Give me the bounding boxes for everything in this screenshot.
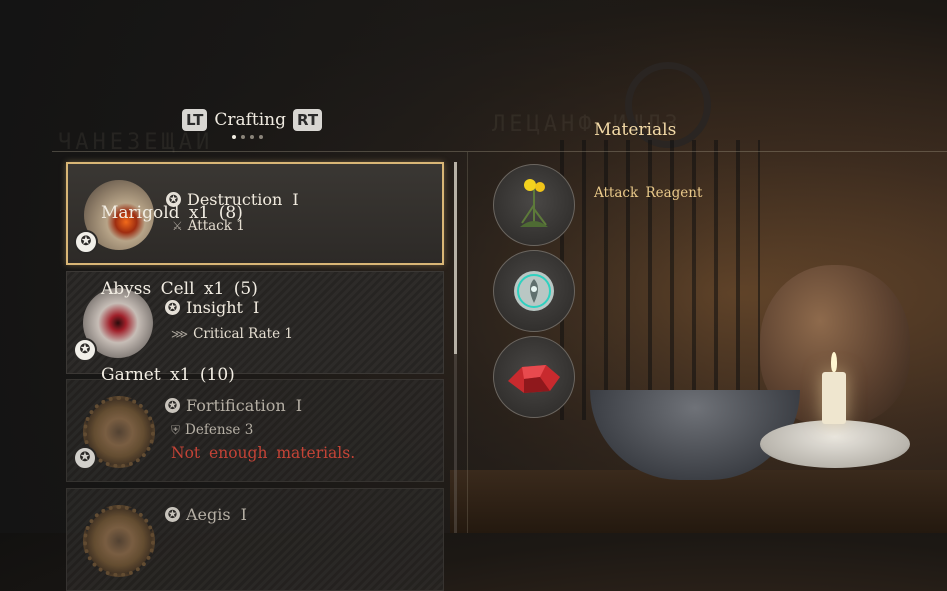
marigold-flower-icon xyxy=(493,164,575,246)
craft-badge-icon: ✪ xyxy=(73,338,97,362)
page-indicator xyxy=(232,135,263,139)
material-category: Attack Reagent xyxy=(594,185,703,201)
craft-badge-icon: ✪ xyxy=(73,446,97,470)
not-enough-materials-warning: Not enough materials. xyxy=(171,444,356,462)
aegis-gear-icon xyxy=(83,505,155,577)
recipe-title-row: ✪ Aegis I xyxy=(165,505,247,524)
header-divider xyxy=(52,151,947,152)
page-dot xyxy=(250,135,254,139)
rt-button[interactable]: RT xyxy=(292,109,323,131)
background-flame xyxy=(831,352,837,372)
background-cage xyxy=(560,140,760,420)
recipe-card-aegis[interactable]: ✪ Aegis I xyxy=(66,488,444,591)
material-name: Abyss Cell x1 (5) xyxy=(101,279,258,299)
material-item-abyss-cell xyxy=(493,250,575,332)
enhancement-icon: ✪ xyxy=(165,507,180,522)
background-candle xyxy=(822,372,846,424)
craft-badge-icon: ✪ xyxy=(74,230,98,254)
background-candle-holder xyxy=(760,420,910,468)
material-name: Marigold x1 (8) xyxy=(101,203,243,223)
recipe-title-row: ✪ Fortification I xyxy=(165,396,302,415)
tab-title: Crafting xyxy=(214,110,286,130)
recipe-card-fortification[interactable]: ✪ ✪ Fortification I ⛨ Defense 3 Not enou… xyxy=(66,379,444,482)
page-dot xyxy=(241,135,245,139)
page-dot-active xyxy=(232,135,236,139)
crafting-tab-header: LT Crafting RT xyxy=(182,109,323,131)
recipe-title-row: ✪ Insight I xyxy=(165,298,259,317)
material-item-garnet xyxy=(493,336,575,418)
page-dot xyxy=(259,135,263,139)
recipe-name: Fortification I xyxy=(186,396,303,415)
recipe-name: Insight I xyxy=(186,298,260,317)
panel-divider xyxy=(467,152,468,533)
garnet-gem-icon xyxy=(493,336,575,418)
recipe-stat-row: ⋙ Critical Rate 1 xyxy=(171,326,293,342)
recipe-scrollbar[interactable] xyxy=(454,162,457,533)
materials-heading: Materials xyxy=(594,120,677,140)
scrollbar-thumb[interactable] xyxy=(454,162,457,354)
enhancement-icon: ✪ xyxy=(165,398,180,413)
lt-button[interactable]: LT xyxy=(182,109,208,131)
material-name: Garnet x1 (10) xyxy=(101,365,235,385)
shield-icon: ⛨ xyxy=(171,422,181,437)
claw-icon: ⋙ xyxy=(171,327,189,341)
recipe-stat-row: ⛨ Defense 3 xyxy=(171,422,253,438)
recipe-stat: Critical Rate 1 xyxy=(193,326,293,342)
material-item-marigold xyxy=(493,164,575,246)
enhancement-icon: ✪ xyxy=(165,300,180,315)
recipe-name: Aegis I xyxy=(186,505,247,524)
recipe-stat: Defense 3 xyxy=(185,422,254,438)
abyss-cell-icon xyxy=(493,250,575,332)
